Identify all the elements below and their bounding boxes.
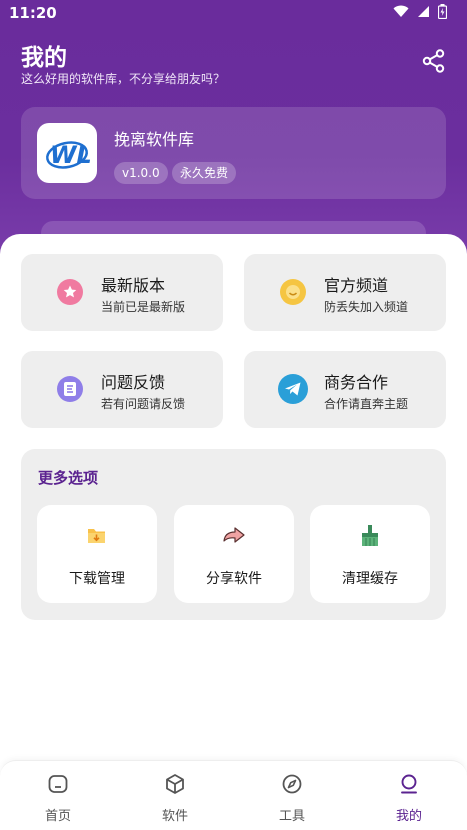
signal-icon (418, 6, 429, 17)
option-label: 清理缓存 (342, 571, 398, 587)
official-channel-card[interactable]: 官方频道 防丢失加入频道 (244, 254, 446, 331)
clear-cache-button[interactable]: 清理缓存 (310, 505, 430, 603)
page-title: 我的 (21, 45, 67, 71)
profile-icon (398, 773, 420, 795)
nav-label: 工具 (278, 809, 305, 824)
compass-icon (281, 773, 303, 795)
option-label: 下载管理 (69, 571, 125, 587)
nav-home[interactable]: 首页 (0, 761, 116, 830)
feedback-card[interactable]: 问题反馈 若有问题请反馈 (21, 351, 223, 428)
status-time: 11:20 (9, 4, 57, 22)
nav-tools[interactable]: 工具 (234, 761, 350, 830)
cube-icon (164, 773, 186, 795)
star-icon (57, 279, 83, 305)
version-badge: v1.0.0 (114, 162, 168, 184)
telegram-icon (278, 374, 308, 404)
share-icon (422, 49, 445, 73)
page-subtitle: 这么好用的软件库，不分享给朋友吗？ (21, 72, 226, 86)
wl-logo-icon: WL (46, 141, 90, 169)
feature-desc: 当前已是最新版 (101, 300, 186, 314)
feature-desc: 合作请直奔主题 (324, 397, 409, 411)
feedback-icon (57, 376, 83, 402)
nav-profile[interactable]: 我的 (351, 761, 467, 830)
app-logo: WL (37, 123, 97, 183)
feature-title: 最新版本 (101, 276, 166, 295)
feature-desc: 防丢失加入频道 (324, 300, 409, 314)
smile-icon (280, 279, 306, 305)
share-arrow-icon (221, 523, 247, 549)
feature-desc: 若有问题请反馈 (101, 397, 186, 411)
share-software-button[interactable]: 分享软件 (174, 505, 294, 603)
download-manager-button[interactable]: 下载管理 (37, 505, 157, 603)
broom-icon (357, 523, 383, 549)
status-icons (393, 4, 447, 19)
license-badge: 永久免费 (172, 162, 237, 184)
app-logo-text: WL (50, 141, 90, 169)
more-options-panel: 更多选项 下载管理 分享软件 清理缓存 (21, 449, 446, 620)
latest-version-card[interactable]: 最新版本 当前已是最新版 (21, 254, 223, 331)
wifi-icon (393, 5, 409, 17)
feature-title: 商务合作 (324, 373, 389, 392)
feature-title: 官方频道 (324, 276, 389, 295)
business-card[interactable]: 商务合作 合作请直奔主题 (244, 351, 446, 428)
feature-title: 问题反馈 (101, 373, 166, 392)
nav-label: 我的 (395, 809, 422, 824)
status-bar: 11:20 (0, 0, 467, 26)
home-icon (47, 773, 69, 795)
more-options-title: 更多选项 (38, 469, 99, 487)
option-label: 分享软件 (206, 571, 262, 587)
nav-label: 首页 (44, 809, 71, 824)
nav-software[interactable]: 软件 (117, 761, 233, 830)
bottom-navigation: 首页 软件 工具 我的 (0, 760, 467, 830)
share-button[interactable] (421, 48, 447, 74)
download-folder-icon (84, 523, 110, 549)
app-info-card: WL 挽离软件库 v1.0.0 永久免费 (21, 107, 446, 199)
nav-label: 软件 (161, 809, 188, 824)
battery-icon (438, 4, 447, 19)
app-name: 挽离软件库 (114, 130, 195, 149)
